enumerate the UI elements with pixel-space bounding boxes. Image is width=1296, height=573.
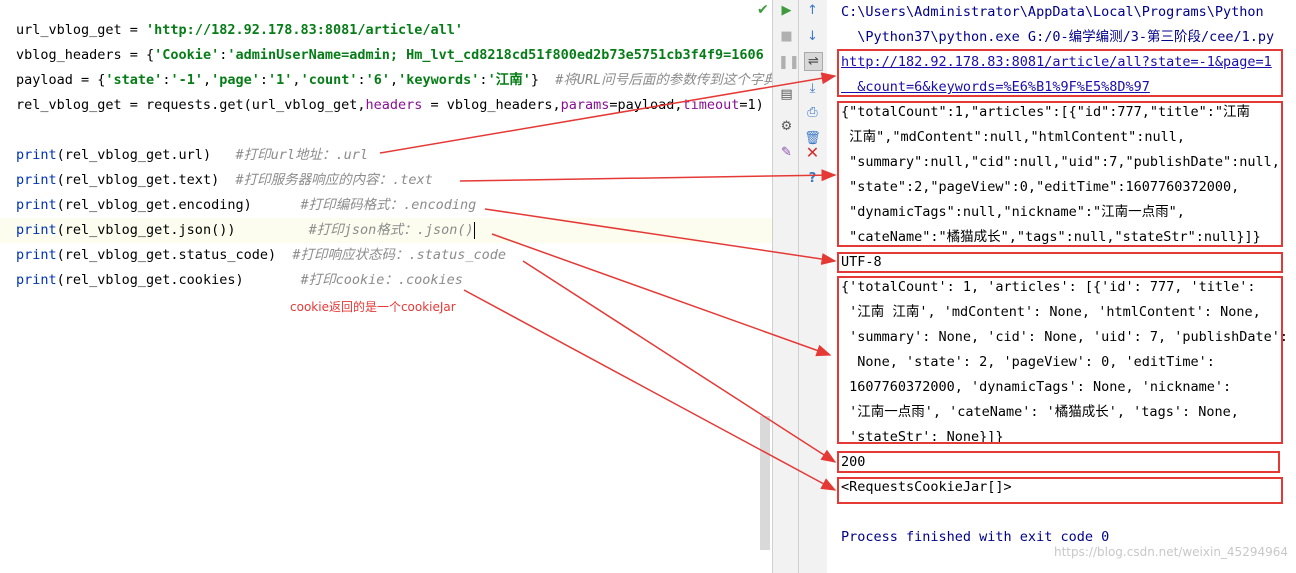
arrow-text [459,169,837,182]
arrow-encoding [484,208,837,265]
annotation-arrows [379,72,837,491]
arrow-cookies [463,289,837,491]
arrow-url [379,72,837,154]
arrow-status [522,260,837,463]
